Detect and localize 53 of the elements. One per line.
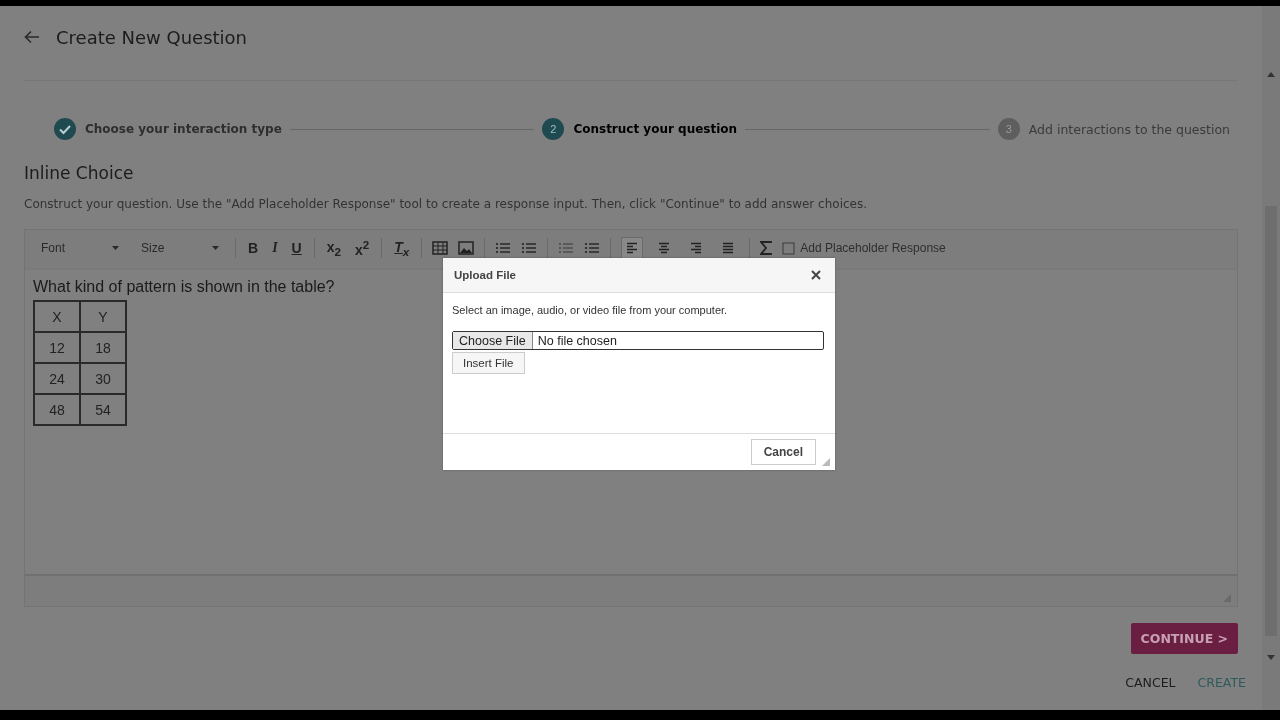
step-label: Add interactions to the question [1028,121,1230,137]
dropdown[interactable]: Font [35,241,125,255]
dialog-title: Upload File [454,269,516,281]
dropdown[interactable]: Size [135,241,225,255]
table-cell: X [34,301,80,332]
scroll-up-icon[interactable] [1267,72,1275,77]
question-text: What kind of pattern is shown in the table? [33,278,335,296]
section-title: Inline Choice [24,163,135,183]
scrollbar[interactable] [1262,6,1280,710]
choose-file-button[interactable]: Choose File [453,332,533,349]
checkbox-icon [782,241,796,255]
align-left-icon [625,242,640,254]
table-cell: 48 [34,394,80,425]
step-number: 3 [997,118,1020,140]
step-number: 2 [542,118,565,140]
sigma-icon[interactable] [760,241,773,255]
continue-button[interactable]: CONTINUE > [1130,623,1238,654]
table-cell: 30 [80,363,126,394]
table-cell: 54 [80,394,126,425]
underline-button[interactable]: U [289,240,304,256]
table-cell: 24 [34,363,80,394]
align-center-icon [657,242,672,254]
align-right-icon [689,242,704,254]
dialog-message: Select an image, audio, or video file from your computer. [452,304,729,316]
instructions: Construct your question. Use the "Add Placeholder Response" tool to create a response input. Then, click "Continue" to add answer choices. [24,197,869,211]
bold-button[interactable]: B [246,240,261,256]
back-arrow-icon[interactable] [24,30,40,44]
table-cell: Y [80,301,126,332]
dialog-cancel-button[interactable]: Cancel [750,439,816,465]
bullet-list-icon[interactable] [521,241,538,255]
file-input[interactable]: Choose File No file chosen [452,331,824,350]
table-icon[interactable] [432,241,449,255]
script-button[interactable]: x$_{2}$ [324,238,343,258]
close-icon[interactable] [811,270,821,280]
caret-icon [212,246,219,250]
step-label: Choose your interaction type [85,122,282,136]
justify-icon [721,242,736,254]
italic-button[interactable]: I [270,240,280,256]
script-button[interactable]: x$^{2}$ [353,238,372,258]
scroll-down-icon[interactable] [1267,655,1275,660]
caret-icon [112,246,119,250]
align-left-button[interactable] [621,237,644,259]
page-title: Create New Question [56,26,248,48]
cancel-button[interactable]: CANCEL [1125,675,1176,690]
step-label: Construct your question [573,122,738,136]
clear-format-button[interactable]: T$_{x}$ [392,238,412,258]
insert-file-button[interactable]: Insert File [452,352,525,374]
table-cell: 18 [80,332,126,363]
placeholder-button[interactable]: Add Placeholder Response [782,241,946,255]
image-icon[interactable] [458,241,475,255]
file-status: No file chosen [537,333,617,348]
resize-grip-icon[interactable] [822,458,830,466]
table-cell: 12 [34,332,80,363]
